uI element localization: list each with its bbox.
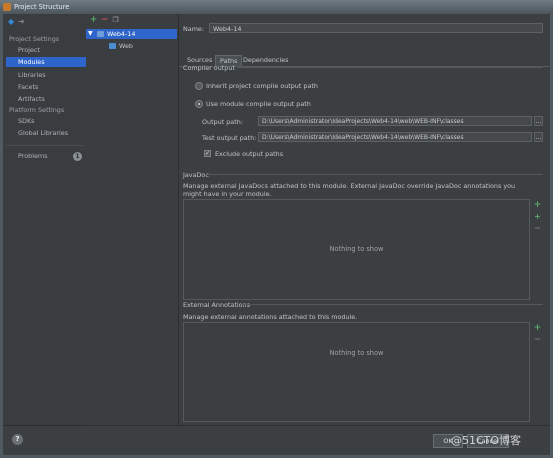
section-platform-settings: Platform Settings [9,106,65,114]
javadoc-list[interactable]: Nothing to show [183,199,530,300]
annotations-section-rule [243,304,543,305]
tree-web-label: Web [119,42,133,50]
inherit-output-label: Inherit project compile output path [206,82,318,90]
annotations-description: Manage external annotations attached to … [183,313,358,321]
compiler-section-rule [237,67,543,68]
back-arrow-icon[interactable]: ◆ [8,17,14,26]
nav-item-artifacts[interactable]: Artifacts [6,94,86,104]
settings-nav: ◆ ➜ Project Settings Project Modules Lib… [3,14,87,425]
window-title: Project Structure [14,3,70,11]
javadoc-add-icon[interactable]: + [533,200,542,210]
dialog-button-bar: ? OK Cancel @51CTO博客 [3,425,550,455]
output-path-label: Output path: [202,118,243,126]
test-output-path-field[interactable]: D:\Users\Administrator\IdeaProjects\Web4… [258,132,532,142]
output-path-field[interactable]: D:\Users\Administrator\IdeaProjects\Web4… [258,116,532,126]
nav-item-libraries[interactable]: Libraries [6,70,86,80]
javadoc-add-url-icon[interactable]: + [533,212,542,221]
name-label: Name: [183,25,205,33]
use-module-output-label: Use module compile output path [206,100,311,108]
watermark: @51CTO博客 [451,434,522,447]
tab-dependencies[interactable]: Dependencies [239,55,292,66]
tree-item-module[interactable]: ▼ Web4-14 [86,29,177,39]
exclude-output-label: Exclude output paths [215,150,284,158]
add-icon[interactable]: + [89,16,98,25]
javadoc-empty-text: Nothing to show [329,245,384,253]
nav-item-project[interactable]: Project [6,45,86,55]
app-icon [3,3,11,11]
section-project-settings: Project Settings [9,35,60,43]
remove-icon[interactable]: − [100,16,109,25]
expand-arrow-icon[interactable]: ▼ [88,29,93,39]
module-settings-panel: Name: Web4-14 Sources Paths Dependencies… [179,14,550,425]
annotations-empty-text: Nothing to show [329,349,384,357]
compiler-output-heading: Compiler output [183,64,235,72]
tree-module-label: Web4-14 [107,30,136,38]
javadoc-description: Manage external JavaDocs attached to thi… [183,182,516,198]
exclude-output-checkbox[interactable]: ✓ [204,150,211,157]
tree-item-web-facet[interactable]: Web [86,41,177,51]
help-icon[interactable]: ? [12,434,23,445]
copy-icon[interactable]: ❐ [111,16,120,25]
nav-item-global-libraries[interactable]: Global Libraries [6,128,86,138]
problems-count-badge: 1 [73,152,82,161]
nav-divider [6,145,84,146]
forward-arrow-icon[interactable]: ➜ [18,17,25,26]
annotations-add-icon[interactable]: + [533,323,542,333]
javadoc-heading: JavaDoc [183,171,209,179]
nav-item-facets[interactable]: Facets [6,82,86,92]
nav-item-sdks[interactable]: SDKs [6,116,86,126]
annotations-remove-icon[interactable]: − [533,335,542,345]
web-facet-icon [109,43,116,49]
test-output-path-browse-button[interactable]: ... [534,132,543,142]
module-name-field[interactable]: Web4-14 [209,23,543,33]
javadoc-section-rule [206,174,543,175]
title-bar: Project Structure [0,0,553,14]
module-tree-panel: + − ❐ ▼ Web4-14 Web [86,14,179,425]
inherit-output-radio[interactable] [195,82,203,90]
annotations-list[interactable]: Nothing to show [183,322,530,422]
nav-item-modules[interactable]: Modules [6,57,86,67]
test-output-path-label: Test output path: [202,134,257,142]
annotations-heading: External Annotations [183,301,250,309]
module-icon [97,31,104,37]
output-path-browse-button[interactable]: ... [534,116,543,126]
use-module-output-radio[interactable] [195,100,203,108]
javadoc-remove-icon[interactable]: − [533,224,542,234]
